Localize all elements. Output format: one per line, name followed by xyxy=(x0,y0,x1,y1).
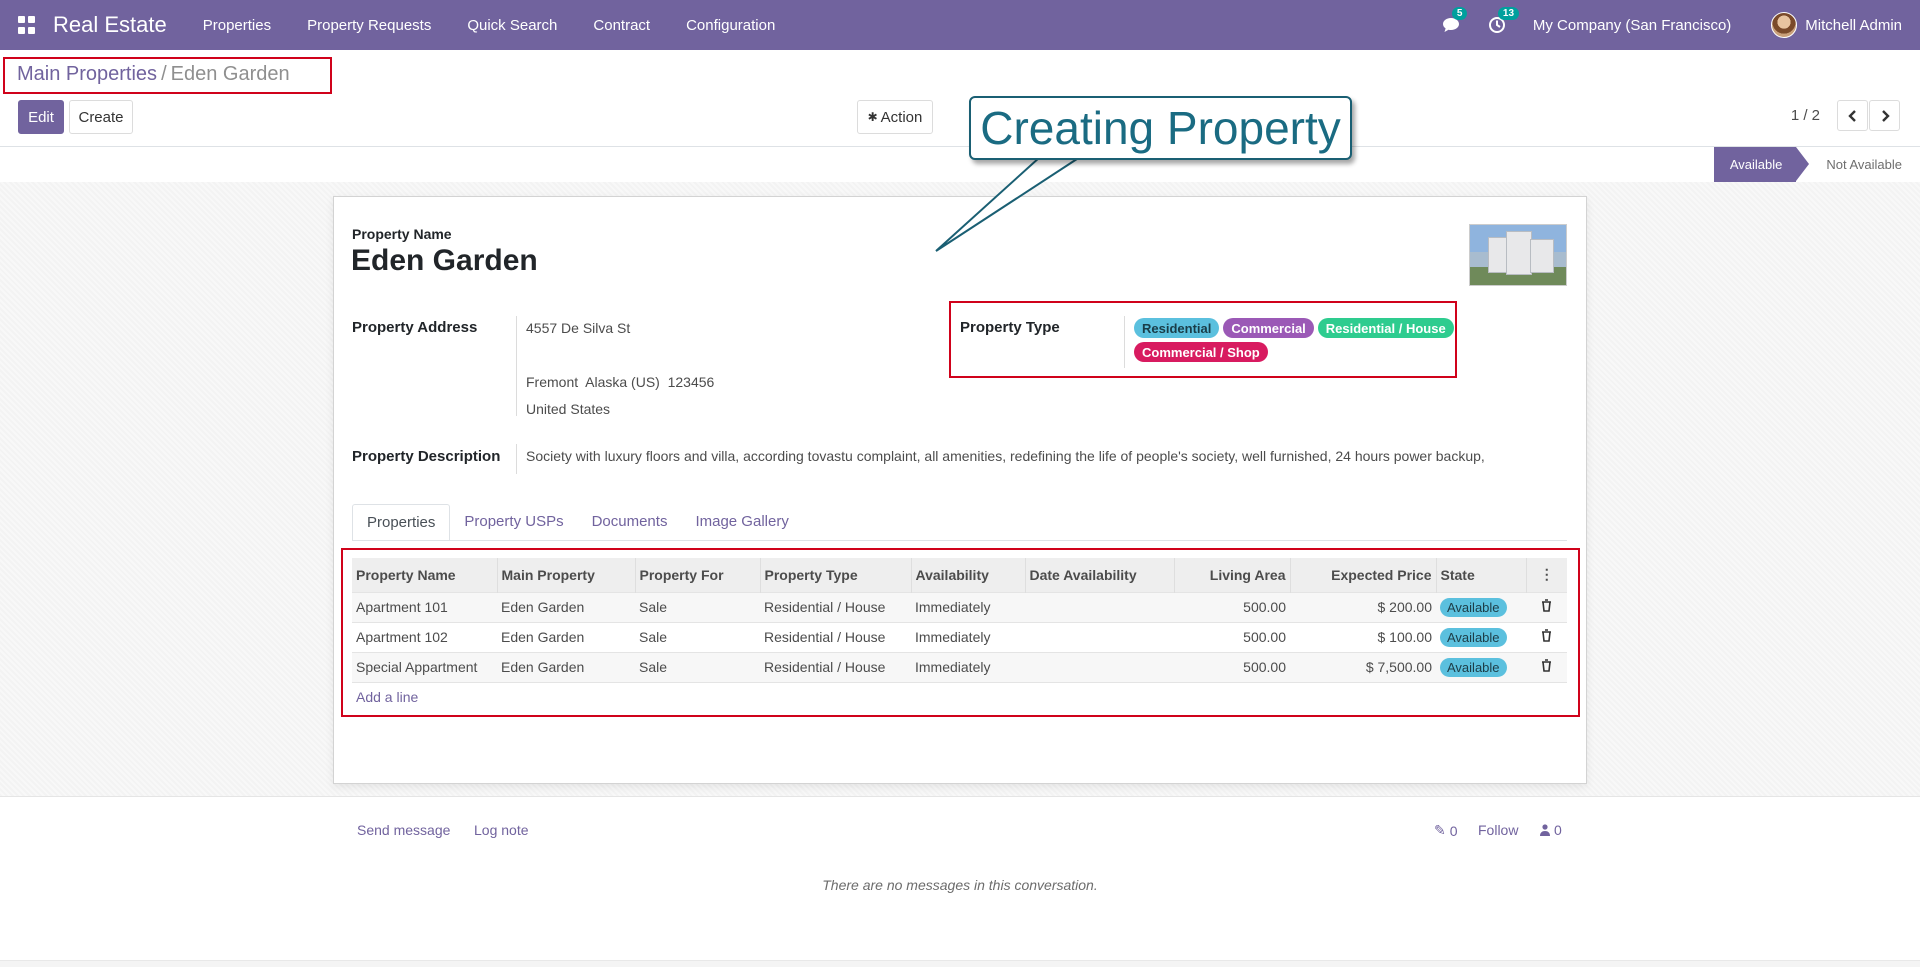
action-label: Action xyxy=(880,108,923,126)
property-name-value: Eden Garden xyxy=(351,244,538,277)
user-avatar[interactable] xyxy=(1771,12,1798,38)
tab-image-gallery[interactable]: Image Gallery xyxy=(681,504,802,541)
followers-button[interactable]: 0 xyxy=(1540,822,1562,838)
messages-icon[interactable]: 5 xyxy=(1441,7,1468,35)
pager-next-button[interactable] xyxy=(1869,100,1900,131)
bottom-strip xyxy=(0,960,1920,967)
annotation-callout: Creating Property xyxy=(969,96,1352,160)
company-switcher[interactable]: My Company (San Francisco) xyxy=(1533,17,1731,34)
edit-button[interactable]: Edit xyxy=(18,100,64,134)
action-button[interactable]: ✱ Action xyxy=(857,100,933,134)
address-divider xyxy=(516,316,517,416)
tabs-divider xyxy=(352,540,1567,541)
follow-button[interactable]: Follow xyxy=(1478,822,1518,838)
property-image[interactable] xyxy=(1469,224,1567,286)
menu-quick-search[interactable]: Quick Search xyxy=(449,17,575,34)
property-type-highlight-box xyxy=(949,301,1457,378)
table-highlight-box xyxy=(341,548,1580,717)
followers-count: 0 xyxy=(1554,822,1562,838)
tab-property-usps[interactable]: Property USPs xyxy=(450,504,577,541)
callout-text: Creating Property xyxy=(980,102,1341,154)
address-country: United States xyxy=(526,401,611,417)
form-tabs: Properties Property USPs Documents Image… xyxy=(352,504,803,541)
breadcrumb-highlight-box xyxy=(3,57,332,94)
gear-icon: ✱ xyxy=(867,110,878,124)
messages-badge: 5 xyxy=(1451,7,1468,20)
send-message-button[interactable]: Send message xyxy=(357,822,450,838)
attachments-button[interactable]: ✎ 0 xyxy=(1434,822,1458,839)
top-navbar: Real Estate Properties Property Requests… xyxy=(0,0,1920,50)
callout-tail xyxy=(935,154,1081,252)
property-description-value: Society with luxury floors and villa, ac… xyxy=(526,448,1485,464)
status-bar: Available Not Available xyxy=(1713,147,1920,182)
pager-value[interactable]: 1 / 2 xyxy=(1791,107,1820,124)
control-panel-divider xyxy=(0,146,1920,147)
navbar-right: 5 13 My Company (San Francisco) Mitchell… xyxy=(1441,0,1920,50)
property-address-label: Property Address xyxy=(352,319,478,336)
tab-properties[interactable]: Properties xyxy=(352,504,451,541)
activities-badge: 13 xyxy=(1497,7,1520,20)
property-description-label: Property Description xyxy=(352,448,501,465)
chevron-left-icon xyxy=(1847,109,1856,122)
create-button[interactable]: Create xyxy=(69,100,133,134)
description-divider xyxy=(516,444,517,474)
apps-menu-icon[interactable] xyxy=(18,16,36,34)
user-menu[interactable]: Mitchell Admin xyxy=(1805,17,1902,34)
attachments-count: 0 xyxy=(1449,822,1458,839)
activities-icon[interactable]: 13 xyxy=(1487,7,1520,35)
menu-property-requests[interactable]: Property Requests xyxy=(289,17,449,34)
menu-contract[interactable]: Contract xyxy=(575,17,668,34)
menu-properties[interactable]: Properties xyxy=(185,17,289,34)
log-note-button[interactable]: Log note xyxy=(474,822,529,838)
property-name-label: Property Name xyxy=(352,226,452,242)
stage-available[interactable]: Available xyxy=(1713,147,1809,182)
address-street: 4557 De Silva St xyxy=(526,320,631,336)
address-city-line: Fremont Alaska (US) 123456 xyxy=(526,374,715,390)
empty-conversation-text: There are no messages in this conversati… xyxy=(822,877,1098,893)
chevron-right-icon xyxy=(1881,109,1890,122)
user-icon xyxy=(1540,824,1550,836)
stage-not-available[interactable]: Not Available xyxy=(1796,147,1920,182)
main-menu: Properties Property Requests Quick Searc… xyxy=(185,17,794,34)
menu-configuration[interactable]: Configuration xyxy=(668,17,793,34)
app-brand[interactable]: Real Estate xyxy=(53,12,167,38)
tab-documents[interactable]: Documents xyxy=(578,504,682,541)
pager-previous-button[interactable] xyxy=(1837,100,1868,131)
paperclip-icon: ✎ xyxy=(1434,822,1446,838)
